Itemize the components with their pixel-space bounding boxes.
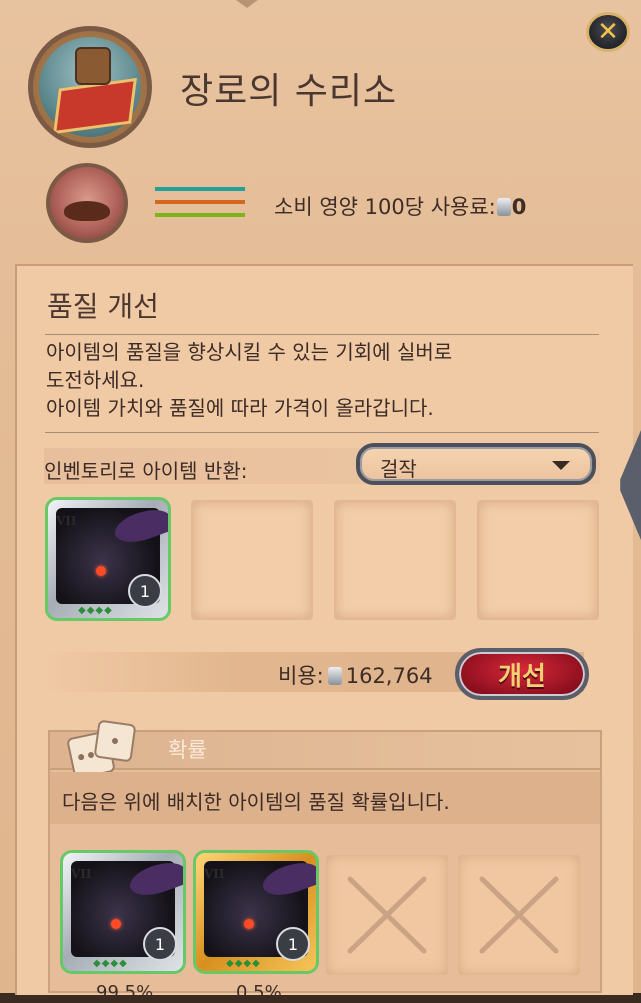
improve-button[interactable]: 개선 <box>455 648 589 700</box>
return-label: 인벤토리로 아이템 반환: <box>44 459 248 483</box>
chevron-down-icon <box>552 461 570 470</box>
return-quality-dropdown[interactable]: 걸작 <box>356 443 596 485</box>
divider <box>45 334 599 335</box>
bar-teal <box>155 187 245 191</box>
probability-title: 확률 <box>168 738 207 762</box>
description-line: 아이템 가치와 품질에 따라 가격이 올라갑니다. <box>46 396 434 420</box>
silver-icon <box>327 667 342 685</box>
item-count-badge: 1 <box>128 574 162 608</box>
quality-description: 아이템의 품질을 향상시킬 수 있는 기회에 실버로 도전하세요. 아이템 가치… <box>46 338 602 422</box>
outcome-empty-slot <box>458 855 580 975</box>
description-line: 도전하세요. <box>46 368 145 392</box>
item-slot-1[interactable]: VII 1 ◆◆◆◆ <box>45 497 171 621</box>
enchant-gems-icon: ◆◆◆◆ <box>78 605 113 616</box>
outcome-empty-slot <box>326 855 448 975</box>
item-slot-4[interactable] <box>477 500 599 620</box>
enchant-gems-icon: ◆◆◆◆ <box>226 958 261 969</box>
bar-green <box>155 213 245 217</box>
silver-icon <box>496 198 511 216</box>
item-count-badge: 1 <box>143 927 177 961</box>
probability-description: 다음은 위에 배치한 아이템의 품질 확률입니다. <box>62 790 450 814</box>
outcome-item-1[interactable]: VII 1 ◆◆◆◆ <box>60 850 186 974</box>
usage-fee-value: 0 <box>511 195 527 219</box>
nutrition-bars <box>155 187 245 226</box>
cost-label: 비용: <box>278 664 324 688</box>
dice-icon <box>66 719 137 780</box>
enchant-gems-icon: ◆◆◆◆ <box>93 958 128 969</box>
cost: 비용: 162,764 <box>278 660 433 690</box>
x-mark-icon <box>479 876 559 954</box>
cost-value: 162,764 <box>345 664 433 688</box>
close-button[interactable]: ✕ <box>586 12 630 52</box>
bar-orange <box>155 200 245 204</box>
divider <box>45 432 599 433</box>
usage-fee: 소비 영양 100당 사용료: 0 <box>274 191 526 221</box>
outcome-item-2[interactable]: VII 1 ◆◆◆◆ <box>193 850 319 974</box>
usage-fee-label: 소비 영양 100당 사용료: <box>274 195 496 219</box>
item-tier: VII <box>71 867 92 881</box>
close-icon: ✕ <box>597 17 619 47</box>
item-slot-3[interactable] <box>334 500 456 620</box>
item-tier: VII <box>204 867 225 881</box>
x-mark-icon <box>347 876 427 954</box>
description-line: 아이템의 품질을 향상시킬 수 있는 기회에 실버로 <box>46 340 453 364</box>
npc-avatar <box>46 163 128 243</box>
item-slot-2[interactable] <box>191 500 313 620</box>
page-title: 장로의 수리소 <box>180 71 398 112</box>
repair-shop-portrait <box>28 26 152 148</box>
item-tier: VII <box>56 514 77 528</box>
item-count-badge: 1 <box>276 927 310 961</box>
section-title: 품질 개선 <box>47 290 159 323</box>
dropdown-value: 걸작 <box>380 457 417 481</box>
